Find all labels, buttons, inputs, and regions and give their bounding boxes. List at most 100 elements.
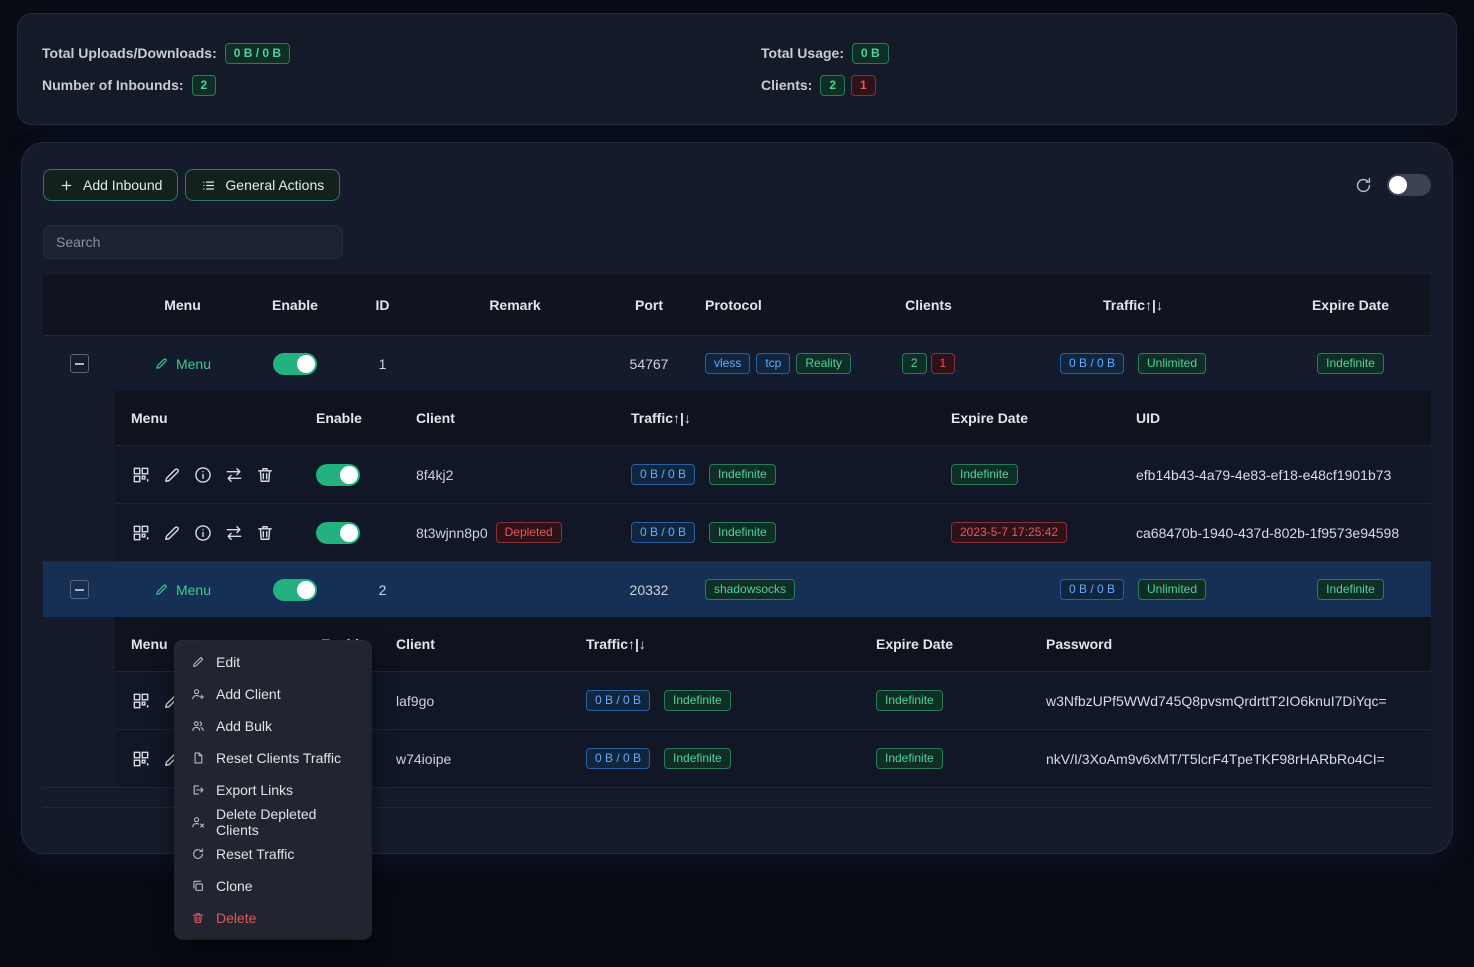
sub-header-uid: UID	[1120, 410, 1431, 426]
sub-header-enable: Enable	[300, 410, 400, 426]
inbound-1-clients: 2 1	[861, 353, 996, 374]
info-icon	[193, 465, 213, 485]
toggle-knob	[340, 466, 358, 484]
client-reset-traffic-button[interactable]	[224, 523, 244, 543]
menu-item-export-links[interactable]: Export Links	[175, 774, 371, 806]
general-actions-label: General Actions	[225, 177, 324, 193]
inbound-2-id: 2	[340, 582, 425, 598]
sub-header-traffic[interactable]: Traffic↑|↓	[570, 636, 860, 652]
header-port: Port	[605, 297, 693, 313]
header-enable: Enable	[250, 297, 340, 313]
client-actions	[115, 465, 300, 485]
client-uid: ca68470b-1940-437d-802b-1f9573e94598	[1136, 525, 1399, 541]
qrcode-icon	[131, 691, 151, 711]
sub-header-password: Password	[1030, 636, 1431, 652]
sub-header-client: Client	[400, 410, 615, 426]
minus-icon	[75, 589, 84, 591]
edit-icon	[154, 582, 169, 597]
stats-card: Total Uploads/Downloads: 0 B / 0 B Numbe…	[18, 14, 1456, 124]
protocol-badge: Reality	[796, 353, 851, 374]
menu-item-delete[interactable]: Delete	[175, 902, 371, 934]
sub-header-traffic[interactable]: Traffic↑|↓	[615, 410, 935, 426]
clients-active-count: 2	[820, 75, 845, 96]
add-client-icon	[191, 687, 205, 701]
menu-item-label: Add Bulk	[216, 718, 272, 734]
inbound-1-protocols: vless tcp Reality	[693, 353, 861, 374]
client-qrcode-button[interactable]	[131, 523, 151, 543]
sub-header-expire: Expire Date	[935, 410, 1120, 426]
minus-icon	[75, 363, 84, 365]
header-expire-date: Expire Date	[1270, 297, 1431, 313]
inbound-1-traffic: 0 B / 0 B Unlimited	[996, 353, 1270, 374]
menu-item-label: Delete	[216, 910, 256, 926]
traffic-badge: 0 B / 0 B	[586, 690, 650, 711]
menu-item-label: Add Client	[216, 686, 281, 702]
menu-item-delete-depleted-clients[interactable]: Delete Depleted Clients	[175, 806, 371, 838]
menu-item-edit[interactable]: Edit	[175, 646, 371, 678]
menu-item-add-client[interactable]: Add Client	[175, 678, 371, 710]
client-uid: efb14b43-4a79-4e83-ef18-e48cf1901b73	[1136, 467, 1391, 483]
theme-toggle[interactable]	[1387, 174, 1431, 196]
stats-right-column: Total Usage: 0 B Clients: 2 1	[737, 43, 1456, 96]
inbound-context-menu: Edit Add Client Add Bulk Reset Clients T…	[175, 641, 371, 939]
header-traffic-sort[interactable]: Traffic↑|↓	[996, 297, 1270, 313]
add-inbound-button[interactable]: Add Inbound	[43, 169, 178, 201]
clients-depleted-count: 1	[851, 75, 876, 96]
inbound-1-menu-label: Menu	[176, 356, 211, 372]
delete-depleted-clients-icon	[191, 815, 205, 829]
header-protocol: Protocol	[693, 297, 861, 313]
list-icon	[201, 178, 216, 193]
inbound-2-menu-label: Menu	[176, 582, 211, 598]
info-icon	[193, 523, 213, 543]
toggle-knob	[297, 355, 315, 373]
qrcode-icon	[131, 465, 151, 485]
refresh-button[interactable]	[1354, 176, 1373, 195]
add-inbound-label: Add Inbound	[83, 177, 162, 193]
menu-item-reset-traffic[interactable]: Reset Traffic	[175, 838, 371, 870]
client-info-button[interactable]	[193, 523, 213, 543]
number-of-inbounds-value: 2	[192, 75, 217, 96]
collapse-inbound-1-button[interactable]	[70, 354, 89, 373]
client-enable-toggle[interactable]	[316, 464, 360, 486]
inbound-2-enable-toggle[interactable]	[273, 579, 317, 601]
menu-item-add-bulk[interactable]: Add Bulk	[175, 710, 371, 742]
number-of-inbounds-label: Number of Inbounds:	[42, 77, 184, 93]
client-info-button[interactable]	[193, 465, 213, 485]
client-edit-button[interactable]	[162, 523, 182, 543]
swap-icon	[224, 523, 244, 543]
client-name: 8f4kj2	[416, 467, 453, 483]
toggle-knob	[340, 524, 358, 542]
client-delete-button[interactable]	[255, 465, 275, 485]
traffic-badge: 0 B / 0 B	[631, 464, 695, 485]
protocol-badge: vless	[705, 353, 750, 374]
client-qrcode-button[interactable]	[131, 691, 151, 711]
add-bulk-icon	[191, 719, 205, 733]
collapse-inbound-2-button[interactable]	[70, 580, 89, 599]
client-qrcode-button[interactable]	[131, 749, 151, 769]
client-reset-traffic-button[interactable]	[224, 465, 244, 485]
client-traffic: 0 B / 0 B Indefinite	[570, 690, 860, 711]
client-edit-button[interactable]	[162, 465, 182, 485]
search-input[interactable]	[43, 225, 343, 259]
inbound-2-menu-trigger[interactable]: Menu	[154, 582, 211, 598]
inbound-1-menu-trigger[interactable]: Menu	[154, 356, 211, 372]
client-password: nkV/I/3XoAm9v6xMT/T5lcrF4TpeTKF98rHARbRo…	[1046, 751, 1385, 767]
inbound-2-traffic: 0 B / 0 B Unlimited	[996, 579, 1270, 600]
client-qrcode-button[interactable]	[131, 465, 151, 485]
menu-item-label: Export Links	[216, 782, 293, 798]
edit-icon	[162, 465, 182, 485]
client-enable-toggle[interactable]	[316, 522, 360, 544]
inbounds-page: Total Uploads/Downloads: 0 B / 0 B Numbe…	[0, 14, 1474, 967]
toolbar-right	[1354, 174, 1431, 196]
edit-icon	[162, 523, 182, 543]
menu-item-label: Reset Traffic	[216, 846, 294, 862]
general-actions-button[interactable]: General Actions	[185, 169, 340, 201]
client-delete-button[interactable]	[255, 523, 275, 543]
menu-item-reset-clients-traffic[interactable]: Reset Clients Traffic	[175, 742, 371, 774]
menu-item-label: Delete Depleted Clients	[216, 806, 355, 838]
edit-icon	[154, 356, 169, 371]
edit-icon	[191, 655, 205, 669]
menu-item-clone[interactable]: Clone	[175, 870, 371, 902]
inbound-1-enable-toggle[interactable]	[273, 353, 317, 375]
total-usage-label: Total Usage:	[761, 45, 844, 61]
